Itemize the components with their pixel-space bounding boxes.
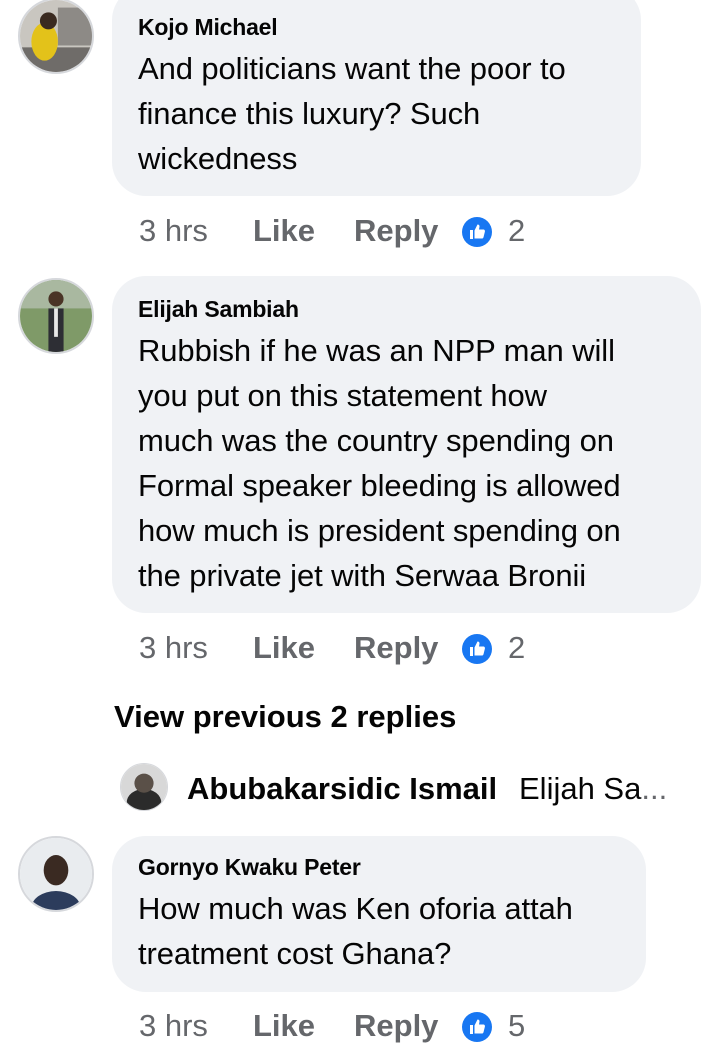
reply-text-snippet: Elijah Sa <box>519 771 642 806</box>
comment-bubble: Gornyo Kwaku Peter How much was Ken ofor… <box>112 836 646 992</box>
reply-preview[interactable]: Abubakarsidic Ismail Elijah Sa... <box>120 763 700 815</box>
reply-text: Elijah Sa... <box>519 769 667 809</box>
avatar-photo <box>20 838 92 910</box>
avatar-photo <box>20 0 92 72</box>
reply-button[interactable]: Reply <box>354 1006 438 1046</box>
comment-bubble: Elijah Sambiah Rubbish if he was an NPP … <box>112 276 701 613</box>
comment-time[interactable]: 3 hrs <box>139 628 208 668</box>
comment-author[interactable]: Gornyo Kwaku Peter <box>138 852 646 882</box>
avatar[interactable] <box>18 278 94 354</box>
avatar-photo <box>20 280 92 352</box>
reaction-count[interactable]: 5 <box>508 1006 525 1046</box>
comment-author[interactable]: Kojo Michael <box>138 12 641 42</box>
comment-text: And politicians want the poor to finance… <box>138 51 566 176</box>
comment-time[interactable]: 3 hrs <box>139 1006 208 1046</box>
like-reaction-icon[interactable] <box>462 1012 492 1042</box>
comment-time[interactable]: 3 hrs <box>139 211 208 251</box>
reply-button[interactable]: Reply <box>354 211 438 251</box>
reaction-count[interactable]: 2 <box>508 628 525 668</box>
avatar[interactable] <box>18 836 94 912</box>
like-button[interactable]: Like <box>253 628 315 668</box>
like-reaction-icon[interactable] <box>462 217 492 247</box>
avatar-photo <box>121 764 167 810</box>
reply-ellipsis: ... <box>641 771 668 806</box>
comment-text: How much was Ken oforia attah treatment … <box>138 891 573 971</box>
avatar[interactable] <box>120 763 168 811</box>
reply-author[interactable]: Abubakarsidic Ismail <box>187 769 497 809</box>
like-button[interactable]: Like <box>253 211 315 251</box>
like-button[interactable]: Like <box>253 1006 315 1046</box>
comment-bubble: Kojo Michael And politicians want the po… <box>112 0 641 196</box>
like-reaction-icon[interactable] <box>462 634 492 664</box>
view-previous-replies-link[interactable]: View previous 2 replies <box>114 697 456 737</box>
comment-author[interactable]: Elijah Sambiah <box>138 294 701 324</box>
comment-text: Rubbish if he was an NPP man will you pu… <box>138 333 621 593</box>
reply-button[interactable]: Reply <box>354 628 438 668</box>
reaction-count[interactable]: 2 <box>508 211 525 251</box>
avatar[interactable] <box>18 0 94 74</box>
